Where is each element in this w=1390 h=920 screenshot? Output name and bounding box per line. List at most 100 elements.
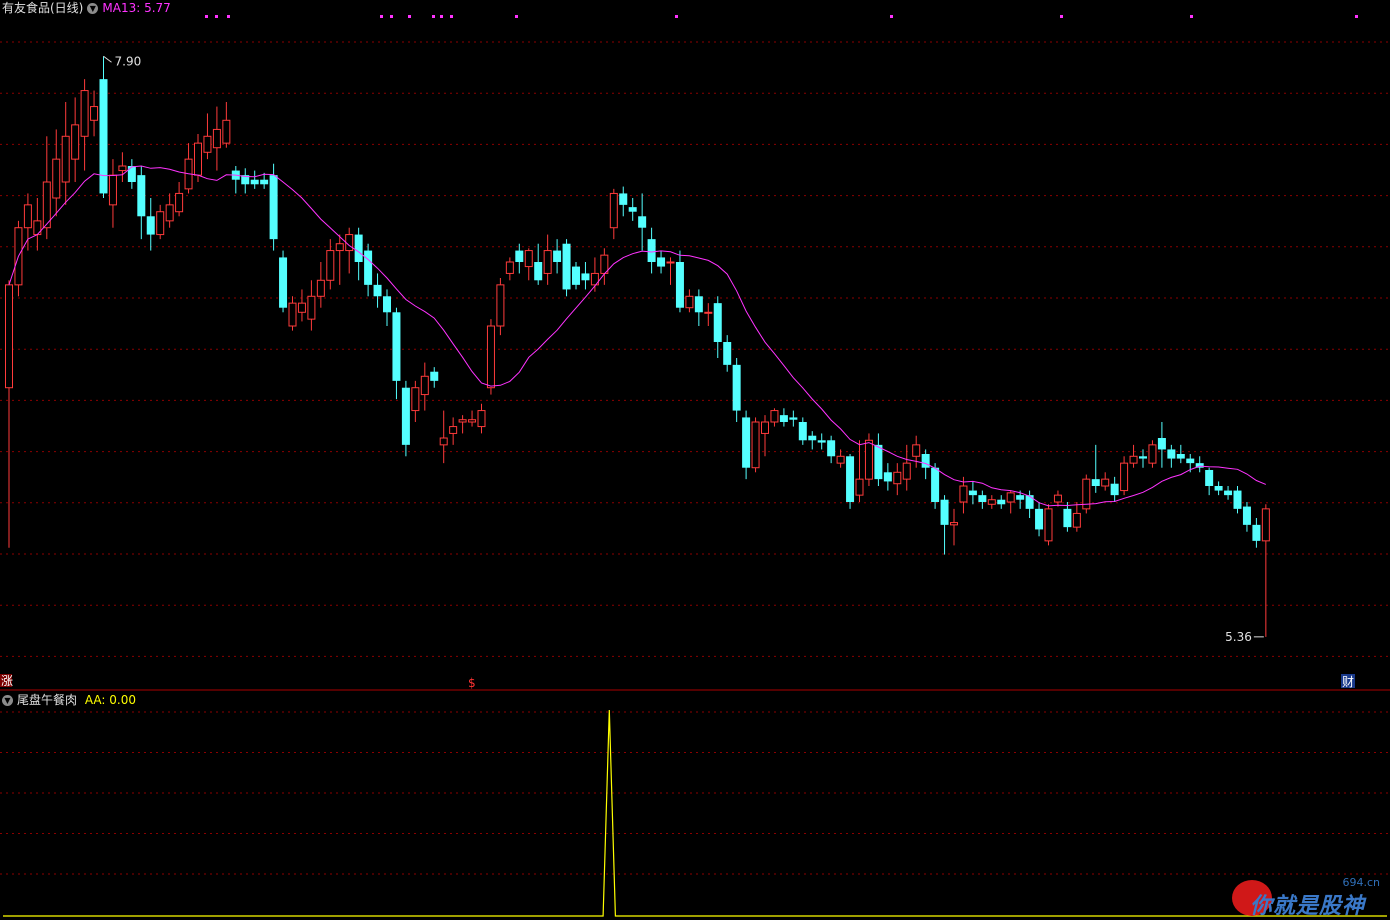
candle-down <box>883 472 892 482</box>
high-pointer <box>103 55 112 63</box>
candle-down <box>628 207 637 212</box>
candle-down <box>364 250 373 285</box>
high-label: 7.90 <box>115 54 142 68</box>
candle-up <box>5 284 13 389</box>
candle-up <box>1120 462 1129 492</box>
candle-down <box>392 312 401 381</box>
candle-down <box>817 440 826 443</box>
indicator-value: AA: 0.00 <box>84 693 136 707</box>
candle-up <box>912 444 921 457</box>
candle-up <box>1006 492 1015 503</box>
candle-up <box>297 302 306 313</box>
candle-up <box>1053 494 1062 503</box>
event-marker <box>390 15 393 18</box>
candle-down <box>562 243 571 290</box>
candle-down <box>713 303 722 342</box>
candle-up <box>666 261 675 264</box>
chevron-down-icon[interactable]: ▼ <box>87 3 99 14</box>
event-marker <box>1190 15 1193 18</box>
watermark-logo: 694.cn 你就是股神 <box>1232 876 1384 919</box>
event-marker <box>675 15 678 18</box>
candle-up <box>1072 512 1081 528</box>
candle-up <box>609 192 618 229</box>
indicator-header: ▼ 尾盘午餐肉 AA: 0.00 <box>2 693 136 707</box>
kline-chart[interactable]: 7.90 5.36 涨 $ 财 <box>0 0 1390 920</box>
candle-up <box>505 261 514 274</box>
candle-down <box>534 262 543 281</box>
candle-up <box>468 419 477 423</box>
candle-up <box>61 135 70 183</box>
candle-up <box>156 211 165 236</box>
candle-up <box>751 421 760 469</box>
event-marker <box>440 15 443 18</box>
right-mark: 财 <box>1342 675 1354 689</box>
candle-up <box>685 295 694 309</box>
candle-up <box>449 426 458 434</box>
candle-up <box>165 204 174 222</box>
event-marker <box>408 15 411 18</box>
candle-up <box>71 124 80 160</box>
indicator-aa-line <box>3 709 1387 917</box>
candle-down <box>127 166 136 182</box>
main-header: 有友食品(日线) ▼ MA13: 5.77 <box>2 1 171 15</box>
ma13-line <box>8 165 1266 507</box>
candle-up <box>52 158 61 199</box>
candle-up <box>194 142 202 176</box>
candle-up <box>987 499 996 505</box>
candle-down <box>1035 508 1044 530</box>
event-marker <box>227 15 230 18</box>
low-label: 5.36 <box>1225 630 1252 644</box>
candle-up <box>212 128 221 149</box>
candle-up <box>761 421 769 434</box>
event-marker <box>1355 15 1358 18</box>
candle-down <box>1242 506 1251 525</box>
candle-down <box>789 417 798 420</box>
event-marker <box>380 15 383 18</box>
chevron-down-icon[interactable]: ▼ <box>2 695 13 706</box>
candle-down <box>581 273 590 281</box>
candle-down <box>846 456 855 502</box>
candle-down <box>1176 454 1185 459</box>
candle-down <box>383 296 391 313</box>
candle-up <box>288 302 297 327</box>
candle-down <box>694 296 703 313</box>
candle-up <box>175 192 184 213</box>
candle-down <box>1167 449 1176 459</box>
candle-down <box>638 216 647 228</box>
candle-up <box>411 387 420 412</box>
candle-up <box>458 419 467 423</box>
candle-down <box>1063 508 1072 528</box>
candle-down <box>723 342 732 365</box>
candle-down <box>1025 495 1034 509</box>
candle-up <box>420 375 429 396</box>
candle-down <box>553 250 562 262</box>
event-marker <box>215 15 218 18</box>
indicator-name: 尾盘午餐肉 <box>17 693 78 707</box>
candle-up <box>1129 455 1138 464</box>
candle-up <box>316 279 325 297</box>
candle-up <box>855 478 864 496</box>
candle-down <box>515 250 524 262</box>
candle-down <box>572 266 580 285</box>
candle-up <box>307 295 316 320</box>
candle-down <box>827 440 836 457</box>
candle-up <box>1148 444 1157 464</box>
candle-down <box>742 417 751 468</box>
event-marker <box>1060 15 1063 18</box>
candle-down <box>137 175 146 217</box>
ma13-value: MA13: 5.77 <box>102 1 171 15</box>
candle-down <box>647 239 656 262</box>
candle-down <box>250 179 259 185</box>
candle-down <box>1186 458 1195 464</box>
candle-down <box>940 499 949 525</box>
candle-down <box>1214 486 1223 491</box>
candle-up <box>23 204 32 229</box>
candle-down <box>1252 524 1261 541</box>
candle-down <box>1139 456 1147 459</box>
candle-up <box>335 243 344 252</box>
candle-up <box>1261 508 1270 542</box>
candle-down <box>978 495 987 502</box>
left-mark: 涨 <box>1 673 13 688</box>
candle-up <box>90 106 99 121</box>
candle-up <box>108 174 117 206</box>
